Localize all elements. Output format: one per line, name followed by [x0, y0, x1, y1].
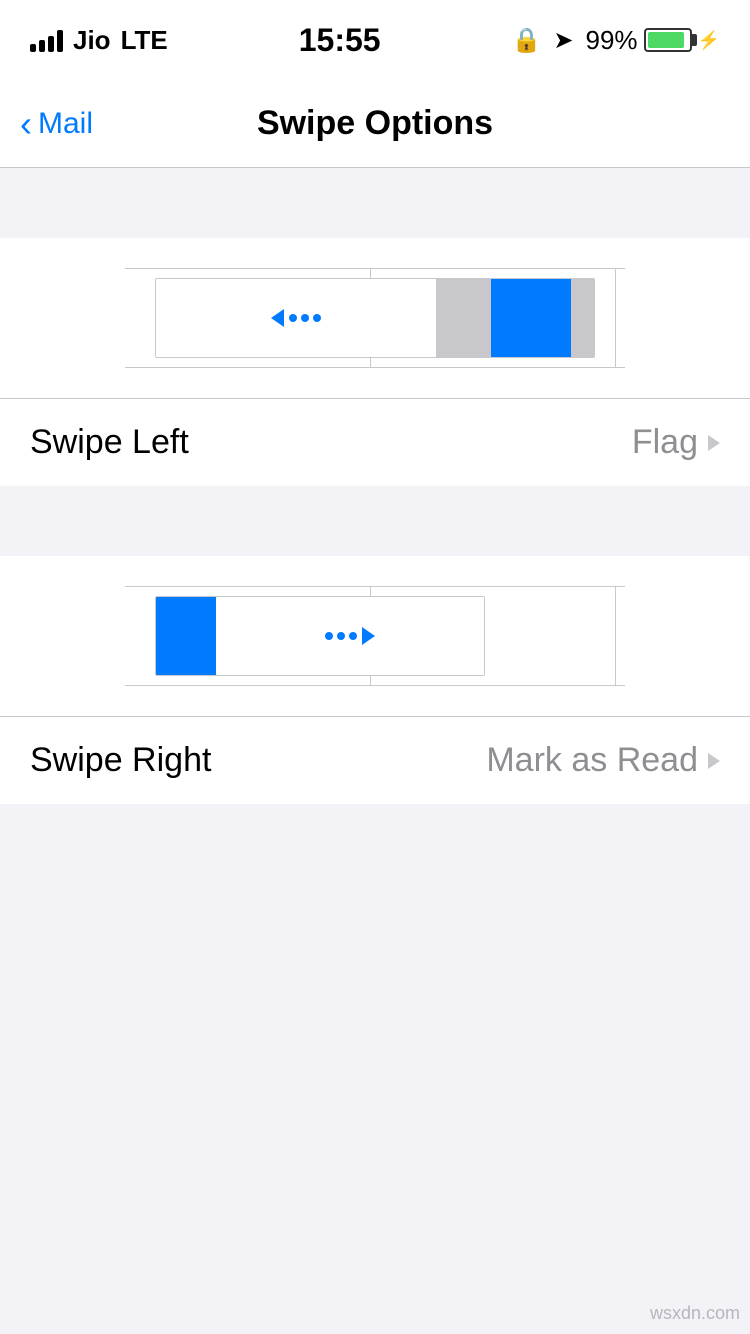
location-icon: ➤	[553, 26, 573, 55]
nav-bar: ‹ Mail Swipe Options	[0, 80, 750, 168]
swipe-left-row	[155, 278, 595, 358]
swipe-right-section: Swipe Right Mark as Read	[0, 556, 750, 804]
preview-bottom-line-right	[125, 685, 625, 686]
swipe-right-main-area	[216, 597, 484, 675]
action-gray-1	[436, 279, 491, 357]
back-label: Mail	[38, 107, 93, 141]
preview-bottom-line	[125, 367, 625, 368]
swipe-right-row-setting[interactable]: Swipe Right Mark as Read	[0, 716, 750, 804]
swipe-left-label: Swipe Left	[30, 423, 189, 462]
status-left: Jio LTE	[30, 25, 168, 56]
swipe-right-preview-container	[0, 556, 750, 716]
swipe-left-main-area	[156, 279, 436, 357]
swipe-right-label: Swipe Right	[30, 741, 211, 780]
signal-bars-icon	[30, 28, 63, 52]
swipe-left-value-wrapper: Flag	[632, 423, 720, 462]
chevron-right-icon-2	[708, 753, 720, 769]
action-gray-2	[571, 279, 594, 357]
status-bar: Jio LTE 15:55 🔒 ➤ 99% ⚡	[0, 0, 750, 80]
battery-wrapper: 99% ⚡	[586, 25, 720, 56]
page-title: Swipe Options	[257, 104, 493, 143]
dots-right-icon	[325, 632, 357, 640]
swipe-right-diagram	[125, 586, 625, 686]
section-gap-middle	[0, 486, 750, 556]
preview-top-line	[125, 268, 625, 269]
watermark: wsxdn.com	[650, 1303, 740, 1324]
bottom-gray-area	[0, 804, 750, 1224]
swipe-right-indicator	[325, 627, 375, 645]
back-chevron-icon: ‹	[20, 106, 32, 142]
status-right: 🔒 ➤ 99% ⚡	[512, 25, 720, 56]
charging-icon: ⚡	[698, 30, 720, 51]
preview-top-line-right	[125, 586, 625, 587]
back-button[interactable]: ‹ Mail	[20, 106, 93, 142]
swipe-left-row-setting[interactable]: Swipe Left Flag	[0, 398, 750, 486]
swipe-left-value: Flag	[632, 423, 698, 462]
status-time: 15:55	[299, 22, 381, 59]
carrier-label: Jio	[73, 25, 111, 56]
lock-icon: 🔒	[512, 26, 542, 55]
action-blue	[491, 279, 571, 357]
network-label: LTE	[121, 25, 168, 56]
swipe-right-row	[155, 596, 485, 676]
swipe-right-value: Mark as Read	[486, 741, 698, 780]
battery-percentage: 99%	[586, 25, 638, 56]
swipe-left-section: Swipe Left Flag	[0, 238, 750, 486]
swipe-left-diagram	[125, 268, 625, 368]
section-gap-top	[0, 168, 750, 238]
swipe-right-action-area	[156, 597, 216, 675]
battery-body	[644, 28, 692, 52]
swipe-left-preview-container	[0, 238, 750, 398]
arrow-left-icon	[271, 309, 284, 327]
swipe-right-value-wrapper: Mark as Read	[486, 741, 720, 780]
swipe-left-indicator	[271, 309, 321, 327]
dots-icon	[289, 314, 321, 322]
battery-fill	[648, 32, 684, 48]
chevron-right-icon	[708, 435, 720, 451]
arrow-right-icon	[362, 627, 375, 645]
swipe-left-actions-area	[436, 279, 594, 357]
